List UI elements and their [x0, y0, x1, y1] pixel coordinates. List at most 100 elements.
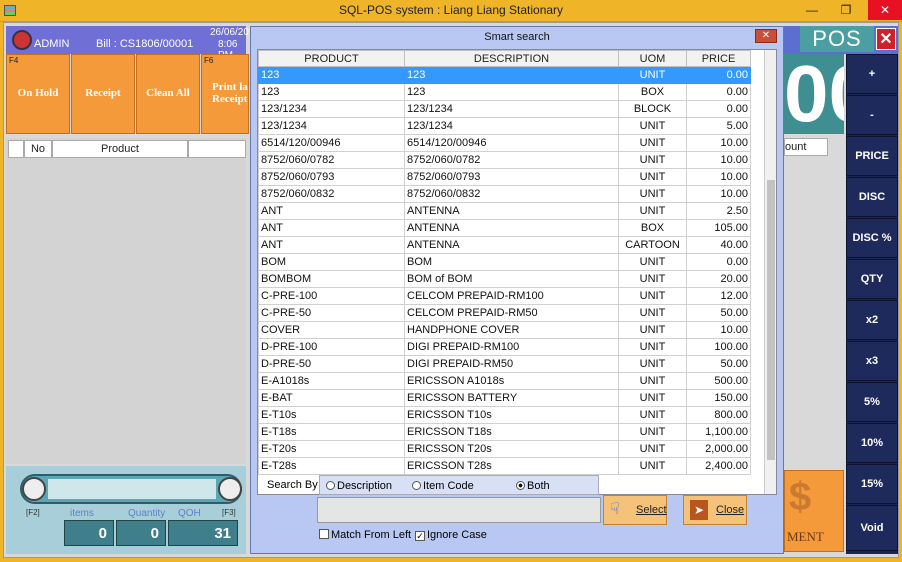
- cell-description[interactable]: 8752/060/0832: [404, 185, 619, 203]
- cell-uom[interactable]: BOX: [618, 83, 687, 101]
- product-row[interactable]: E-T18s ERICSSON T18s UNIT 1,100.00: [258, 423, 751, 441]
- cell-uom[interactable]: UNIT: [618, 66, 687, 84]
- cell-description[interactable]: HANDPHONE COVER: [404, 321, 619, 339]
- cell-description[interactable]: 8752/060/0793: [404, 168, 619, 186]
- product-table[interactable]: PRODUCT DESCRIPTION UOM PRICE 123 123 UNIT…: [258, 50, 751, 475]
- product-row[interactable]: 8752/060/0793 8752/060/0793 UNIT 10.00: [258, 168, 751, 186]
- maximize-button[interactable]: ❐: [832, 0, 860, 20]
- exit-button[interactable]: ✕: [876, 28, 896, 50]
- window-close-button[interactable]: ✕: [868, 0, 902, 20]
- product-row[interactable]: ANT ANTENNA UNIT 2.50: [258, 202, 751, 220]
- cell-product[interactable]: E-T20s: [258, 440, 405, 458]
- product-row[interactable]: 123/1234 123/1234 UNIT 5.00: [258, 117, 751, 135]
- cell-price[interactable]: 105.00: [686, 219, 751, 237]
- cell-uom[interactable]: UNIT: [618, 270, 687, 288]
- product-row[interactable]: 6514/120/00946 6514/120/00946 UNIT 10.00: [258, 134, 751, 152]
- scrollbar-thumb[interactable]: [767, 180, 775, 460]
- cell-uom[interactable]: UNIT: [618, 389, 687, 407]
- cell-description[interactable]: ERICSSON A1018s: [404, 372, 619, 390]
- close-button[interactable]: ➤ Close: [683, 495, 747, 525]
- x2-button[interactable]: x2: [846, 300, 898, 340]
- product-row[interactable]: E-T10s ERICSSON T10s UNIT 800.00: [258, 406, 751, 424]
- cell-uom[interactable]: UNIT: [618, 372, 687, 390]
- cell-uom[interactable]: UNIT: [618, 134, 687, 152]
- cart-grid[interactable]: No Product: [6, 138, 246, 464]
- col-description[interactable]: DESCRIPTION: [404, 50, 619, 67]
- product-row[interactable]: 8752/060/0832 8752/060/0832 UNIT 10.00: [258, 185, 751, 203]
- cell-description[interactable]: ERICSSON BATTERY: [404, 389, 619, 407]
- cell-product[interactable]: 123: [258, 66, 405, 84]
- product-grid[interactable]: PRODUCT DESCRIPTION UOM PRICE 123 123 UNIT…: [257, 49, 777, 495]
- cell-price[interactable]: 0.00: [686, 100, 751, 118]
- cell-description[interactable]: 123/1234: [404, 100, 619, 118]
- cell-price[interactable]: 0.00: [686, 66, 751, 84]
- cell-price[interactable]: 50.00: [686, 304, 751, 322]
- cell-product[interactable]: 123/1234: [258, 100, 405, 118]
- dialog-close-button[interactable]: ✕: [755, 29, 777, 43]
- cell-price[interactable]: 500.00: [686, 372, 751, 390]
- product-row[interactable]: 8752/060/0782 8752/060/0782 UNIT 10.00: [258, 151, 751, 169]
- clean-all-button[interactable]: Clean All: [136, 54, 200, 134]
- cell-uom[interactable]: UNIT: [618, 185, 687, 203]
- cell-description[interactable]: 123/1234: [404, 117, 619, 135]
- cell-uom[interactable]: UNIT: [618, 202, 687, 220]
- price-button[interactable]: PRICE: [846, 136, 898, 176]
- plus-button[interactable]: +: [846, 54, 898, 94]
- cell-product[interactable]: BOMBOM: [258, 270, 405, 288]
- cell-product[interactable]: COVER: [258, 321, 405, 339]
- cell-description[interactable]: 123: [404, 83, 619, 101]
- search-input[interactable]: [317, 497, 601, 523]
- cell-price[interactable]: 12.00: [686, 287, 751, 305]
- cell-product[interactable]: C-PRE-100: [258, 287, 405, 305]
- product-row[interactable]: 123 123 BOX 0.00: [258, 83, 751, 101]
- receipt-button[interactable]: Receipt: [71, 54, 135, 134]
- cell-description[interactable]: BOM: [404, 253, 619, 271]
- item-search-box[interactable]: [20, 474, 242, 504]
- minus-button[interactable]: -: [846, 95, 898, 135]
- match-from-left-checkbox[interactable]: Match From Left: [319, 529, 411, 541]
- cell-price[interactable]: 150.00: [686, 389, 751, 407]
- cell-price[interactable]: 5.00: [686, 117, 751, 135]
- cell-description[interactable]: 8752/060/0782: [404, 151, 619, 169]
- void-button[interactable]: Void: [846, 505, 898, 551]
- five-percent-button[interactable]: 5%: [846, 382, 898, 422]
- cell-price[interactable]: 0.00: [686, 83, 751, 101]
- product-row[interactable]: D-PRE-50 DIGI PREPAID-RM50 UNIT 50.00: [258, 355, 751, 373]
- disc-button[interactable]: DISC: [846, 177, 898, 217]
- ignore-case-checkbox[interactable]: ✓ Ignore Case: [415, 529, 487, 541]
- col-uom[interactable]: UOM: [618, 50, 687, 67]
- cell-description[interactable]: ERICSSON T28s: [404, 457, 619, 475]
- qty-button[interactable]: QTY: [846, 259, 898, 299]
- cell-product[interactable]: 6514/120/00946: [258, 134, 405, 152]
- product-row[interactable]: 123/1234 123/1234 BLOCK 0.00: [258, 100, 751, 118]
- vertical-scrollbar[interactable]: [764, 50, 776, 494]
- cell-price[interactable]: 20.00: [686, 270, 751, 288]
- product-row[interactable]: 123 123 UNIT 0.00: [258, 66, 751, 84]
- cell-description[interactable]: 6514/120/00946: [404, 134, 619, 152]
- cell-uom[interactable]: UNIT: [618, 321, 687, 339]
- product-row[interactable]: E-A1018s ERICSSON A1018s UNIT 500.00: [258, 372, 751, 390]
- col-price[interactable]: PRICE: [686, 50, 751, 67]
- cell-product[interactable]: ANT: [258, 202, 405, 220]
- cell-uom[interactable]: UNIT: [618, 117, 687, 135]
- cell-product[interactable]: E-T18s: [258, 423, 405, 441]
- product-row[interactable]: BOMBOM BOM of BOM UNIT 20.00: [258, 270, 751, 288]
- product-row[interactable]: COVER HANDPHONE COVER UNIT 10.00: [258, 321, 751, 339]
- cell-description[interactable]: BOM of BOM: [404, 270, 619, 288]
- product-row[interactable]: C-PRE-50 CELCOM PREPAID-RM50 UNIT 50.00: [258, 304, 751, 322]
- product-row[interactable]: ANT ANTENNA CARTOON 40.00: [258, 236, 751, 254]
- search-go-icon[interactable]: [218, 477, 242, 501]
- cell-price[interactable]: 100.00: [686, 338, 751, 356]
- product-row[interactable]: BOM BOM UNIT 0.00: [258, 253, 751, 271]
- cell-uom[interactable]: UNIT: [618, 287, 687, 305]
- cell-product[interactable]: 8752/060/0832: [258, 185, 405, 203]
- product-row[interactable]: E-T20s ERICSSON T20s UNIT 2,000.00: [258, 440, 751, 458]
- cell-uom[interactable]: UNIT: [618, 406, 687, 424]
- ten-percent-button[interactable]: 10%: [846, 423, 898, 463]
- product-row[interactable]: E-BAT ERICSSON BATTERY UNIT 150.00: [258, 389, 751, 407]
- product-row[interactable]: D-PRE-100 DIGI PREPAID-RM100 UNIT 100.00: [258, 338, 751, 356]
- cell-description[interactable]: ANTENNA: [404, 202, 619, 220]
- cell-product[interactable]: E-BAT: [258, 389, 405, 407]
- cell-product[interactable]: 123: [258, 83, 405, 101]
- cell-product[interactable]: C-PRE-50: [258, 304, 405, 322]
